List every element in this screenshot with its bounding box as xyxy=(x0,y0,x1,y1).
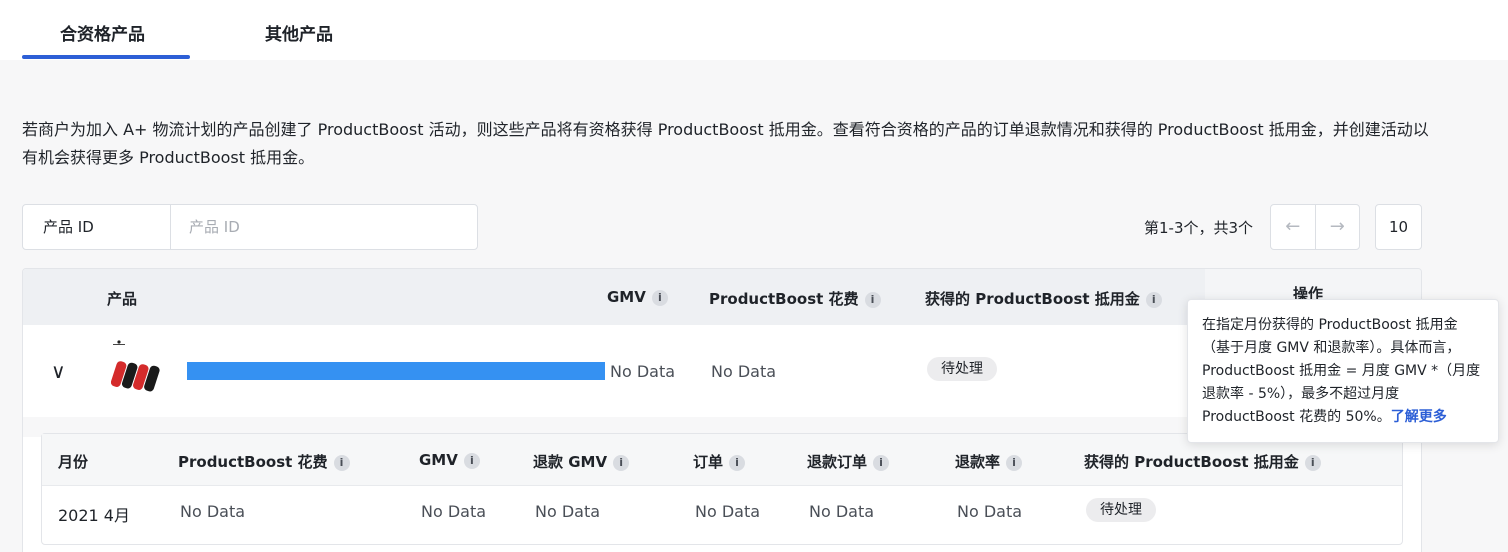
prev-page-button[interactable]: ← xyxy=(1271,205,1315,249)
sub-row-orders: No Data xyxy=(695,502,761,521)
sub-row-spend: No Data xyxy=(180,502,246,521)
tab-bar: 合资格产品 其他产品 xyxy=(0,0,1508,60)
product-id-input[interactable] xyxy=(171,205,477,249)
sub-row-gmv: No Data xyxy=(421,502,487,521)
sub-header-credit: 获得的 ProductBoost 抵用金 i xyxy=(1084,451,1321,472)
product-name-redacted xyxy=(187,362,605,380)
sub-header-refund-orders: 退款订单 i xyxy=(807,451,890,472)
learn-more-link[interactable]: 了解更多 xyxy=(1391,409,1447,425)
monthly-detail-table: 月份 ProductBoost 花费 i GMV i 退款 GMV i 订单 i 退款订… xyxy=(41,433,1403,545)
active-tab-indicator xyxy=(22,55,190,59)
sub-row-month: 2021 4月 xyxy=(58,506,130,525)
row-spend: No Data xyxy=(711,362,777,381)
row-gmv: No Data xyxy=(610,362,676,381)
info-icon[interactable]: i xyxy=(463,453,480,469)
info-icon[interactable]: i xyxy=(729,455,746,471)
filter-label: 产品 ID xyxy=(23,205,171,249)
tab-other-products[interactable]: 其他产品 xyxy=(265,20,333,45)
sub-header-gmv: GMV i xyxy=(419,451,480,469)
credit-info-tooltip: 在指定月份获得的 ProductBoost 抵用金（基于月度 GMV 和退款率）… xyxy=(1187,299,1499,443)
pagination-controls: ← → xyxy=(1270,204,1360,250)
header-gmv: GMV i xyxy=(607,288,668,306)
sub-header-refund-gmv: 退款 GMV i xyxy=(533,451,630,472)
sub-row-refund-rate: No Data xyxy=(957,502,1023,521)
next-page-button[interactable]: → xyxy=(1314,205,1360,249)
info-icon[interactable]: i xyxy=(613,455,630,471)
sub-header-refund-rate: 退款率 i xyxy=(955,451,1023,472)
info-icon[interactable]: i xyxy=(333,455,350,471)
tab-eligible-products[interactable]: 合资格产品 xyxy=(60,20,145,45)
sub-row-refund-gmv: No Data xyxy=(535,502,601,521)
info-icon[interactable]: i xyxy=(864,292,881,308)
sub-header-spend: ProductBoost 花费 i xyxy=(178,451,350,472)
intro-text: 若商户为加入 A+ 物流计划的产品创建了 ProductBoost 活动，则这些… xyxy=(22,120,1429,167)
info-icon[interactable]: i xyxy=(1145,292,1162,308)
info-icon[interactable]: i xyxy=(1006,455,1023,471)
info-icon[interactable]: i xyxy=(651,290,668,306)
status-badge: 待处理 xyxy=(927,357,997,381)
page-size-select[interactable]: 10 xyxy=(1375,204,1422,250)
header-spend: ProductBoost 花费 i xyxy=(709,288,881,309)
status-badge: 待处理 xyxy=(1086,498,1156,522)
sub-row-refund-orders: No Data xyxy=(809,502,875,521)
sub-header-orders: 订单 i xyxy=(693,451,746,472)
pagination-summary: 第1-3个，共3个 xyxy=(1144,219,1254,237)
product-thumbnail xyxy=(111,340,160,392)
product-id-filter: 产品 ID xyxy=(22,204,478,250)
header-credit: 获得的 ProductBoost 抵用金 i xyxy=(925,288,1162,309)
info-icon[interactable]: i xyxy=(873,455,890,471)
header-product: 产品 xyxy=(107,290,138,308)
sub-header-month: 月份 xyxy=(58,453,89,471)
info-icon[interactable]: i xyxy=(1304,455,1321,471)
expand-chevron-icon[interactable]: ∨ xyxy=(51,359,66,383)
